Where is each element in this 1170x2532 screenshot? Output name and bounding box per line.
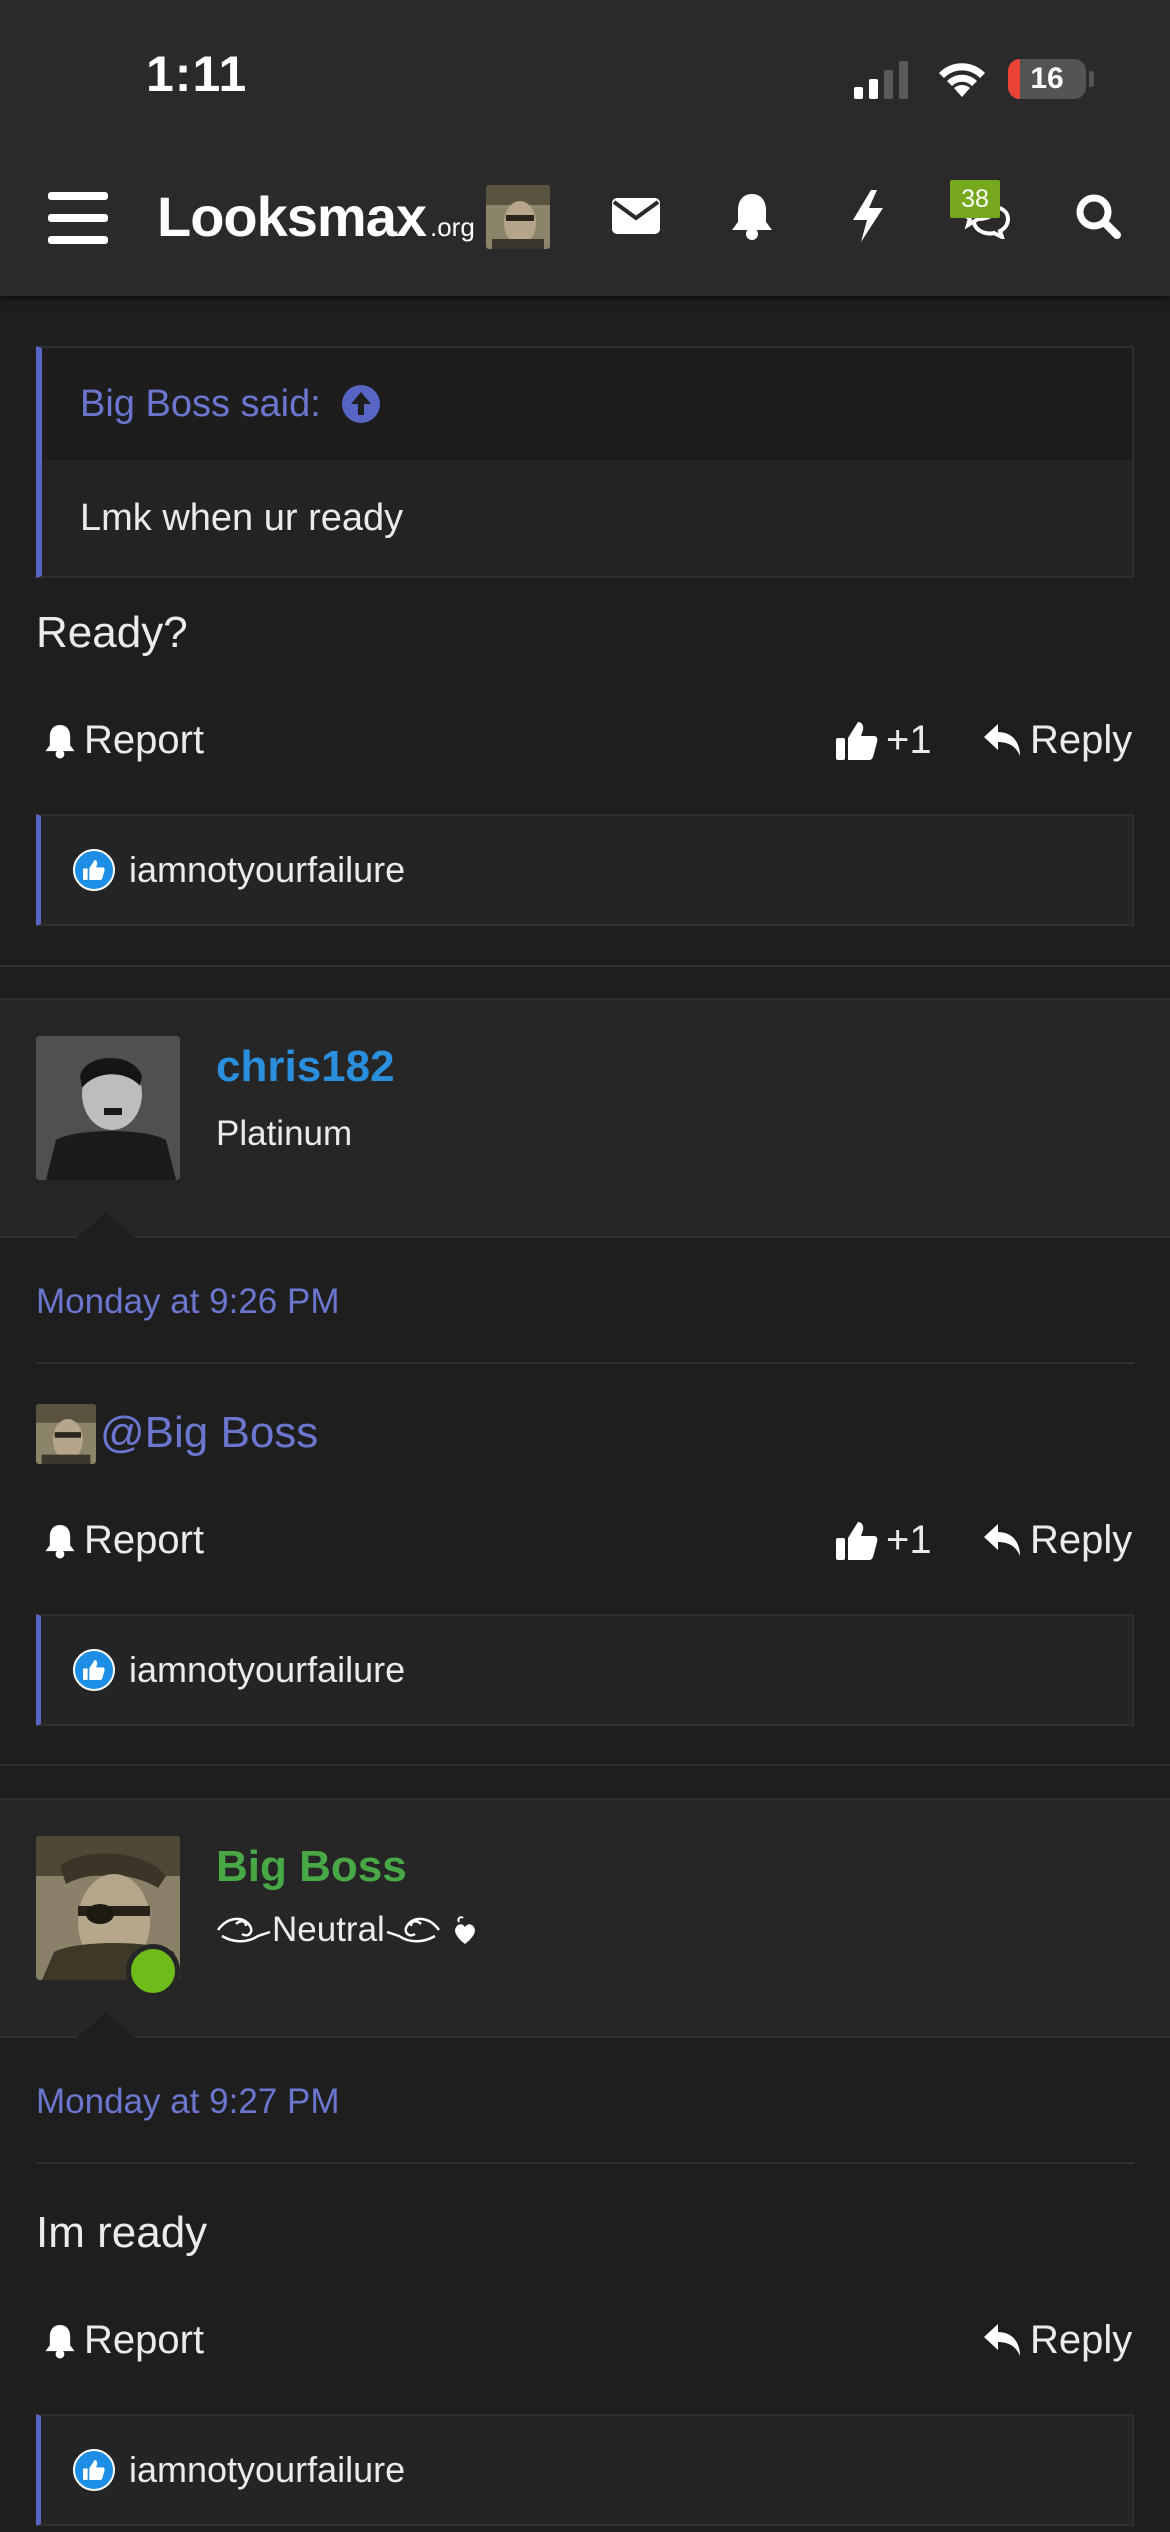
post-separator bbox=[0, 1764, 1170, 1766]
report-button[interactable]: Report bbox=[44, 1518, 204, 1563]
status-time: 1:11 bbox=[146, 46, 248, 102]
quote-block: Big Boss said: Lmk when ur ready bbox=[36, 346, 1134, 578]
alerts-button[interactable] bbox=[720, 178, 784, 254]
logo-tld: .org bbox=[430, 212, 475, 242]
user-avatar[interactable] bbox=[486, 185, 550, 249]
envelope-icon bbox=[612, 198, 660, 234]
user-title-text: Neutral bbox=[272, 1910, 385, 1949]
menu-icon[interactable] bbox=[48, 192, 108, 244]
top-bar: 1:11 16 Looksmax .org 38 bbox=[0, 0, 1170, 296]
bolt-icon bbox=[853, 190, 883, 242]
like-count: +1 bbox=[886, 1518, 932, 1562]
flourish-left-icon bbox=[216, 1917, 271, 1943]
username[interactable]: chris182 bbox=[216, 1042, 395, 1092]
inbox-button[interactable] bbox=[604, 178, 668, 254]
reactions-bar[interactable]: iamnotyourfailure bbox=[36, 814, 1134, 926]
like-reaction-icon bbox=[73, 2449, 115, 2491]
thumbs-up-icon bbox=[836, 1521, 878, 1560]
like-button[interactable]: +1 bbox=[836, 1518, 932, 1563]
report-label: Report bbox=[84, 1518, 205, 1562]
divider bbox=[36, 2162, 1134, 2164]
post-message: Ready? bbox=[36, 608, 188, 657]
reply-icon bbox=[984, 1523, 1020, 1556]
reactions-bar[interactable]: iamnotyourfailure bbox=[36, 1614, 1134, 1726]
post-date[interactable]: Monday at 9:26 PM bbox=[36, 1282, 340, 1322]
reply-button[interactable]: Reply bbox=[984, 718, 1132, 763]
battery-tip bbox=[1089, 71, 1094, 87]
quote-author[interactable]: Big Boss said: bbox=[80, 383, 321, 426]
battery-level: 16 bbox=[1030, 62, 1064, 95]
bell-icon bbox=[45, 1524, 75, 1558]
reply-button[interactable]: Reply bbox=[984, 2318, 1132, 2363]
conversations-badge: 38 bbox=[950, 180, 1000, 218]
logo-main: Looksmax bbox=[157, 185, 427, 248]
search-icon bbox=[1076, 194, 1121, 239]
user-title: Neutral bbox=[216, 1910, 479, 1950]
report-button[interactable]: Report bbox=[44, 718, 204, 763]
arrow-up-circle-icon[interactable] bbox=[341, 384, 381, 424]
pointer-arrow bbox=[72, 1212, 140, 1242]
bell-icon bbox=[45, 724, 75, 758]
mention-avatar bbox=[36, 1404, 96, 1464]
thumbs-up-icon bbox=[836, 721, 878, 760]
reactions-bar[interactable]: iamnotyourfailure bbox=[36, 2414, 1134, 2526]
post-date[interactable]: Monday at 9:27 PM bbox=[36, 2082, 340, 2122]
reply-label: Reply bbox=[1030, 718, 1133, 762]
like-button[interactable]: +1 bbox=[836, 718, 932, 763]
like-reaction-icon bbox=[73, 849, 115, 891]
heart-ornament-icon bbox=[454, 1916, 475, 1944]
pointer-arrow bbox=[72, 2012, 140, 2042]
reply-label: Reply bbox=[1030, 1518, 1133, 1562]
user-mention[interactable]: @Big Boss bbox=[100, 1408, 318, 1458]
signal-icon bbox=[854, 61, 908, 99]
report-label: Report bbox=[84, 718, 205, 762]
battery-indicator: 16 bbox=[1008, 59, 1086, 99]
username[interactable]: Big Boss bbox=[216, 1842, 407, 1892]
reply-label: Reply bbox=[1030, 2318, 1133, 2362]
search-button[interactable] bbox=[1066, 178, 1130, 254]
flourish-right-icon bbox=[386, 1917, 440, 1943]
quote-header[interactable]: Big Boss said: bbox=[42, 348, 1132, 460]
like-reaction-icon bbox=[73, 1649, 115, 1691]
bell-icon bbox=[732, 194, 772, 240]
reply-icon bbox=[984, 2323, 1020, 2356]
whats-new-button[interactable] bbox=[836, 178, 900, 254]
divider bbox=[36, 1362, 1134, 1364]
avatar[interactable] bbox=[36, 1036, 180, 1180]
bell-icon bbox=[45, 2324, 75, 2358]
post-separator bbox=[0, 965, 1170, 967]
reaction-user[interactable]: iamnotyourfailure bbox=[129, 1649, 405, 1691]
reply-icon bbox=[984, 723, 1020, 756]
report-button[interactable]: Report bbox=[44, 2318, 204, 2363]
wifi-icon bbox=[939, 63, 985, 97]
reaction-user[interactable]: iamnotyourfailure bbox=[129, 2449, 405, 2491]
user-title: Platinum bbox=[216, 1114, 353, 1153]
online-status-icon bbox=[126, 1944, 180, 1998]
site-logo[interactable]: Looksmax .org bbox=[157, 184, 475, 249]
like-count: +1 bbox=[886, 718, 932, 762]
report-label: Report bbox=[84, 2318, 205, 2362]
reaction-user[interactable]: iamnotyourfailure bbox=[129, 849, 405, 891]
quote-text: Lmk when ur ready bbox=[80, 496, 404, 539]
reply-button[interactable]: Reply bbox=[984, 1518, 1132, 1563]
post-message: Im ready bbox=[36, 2208, 208, 2257]
